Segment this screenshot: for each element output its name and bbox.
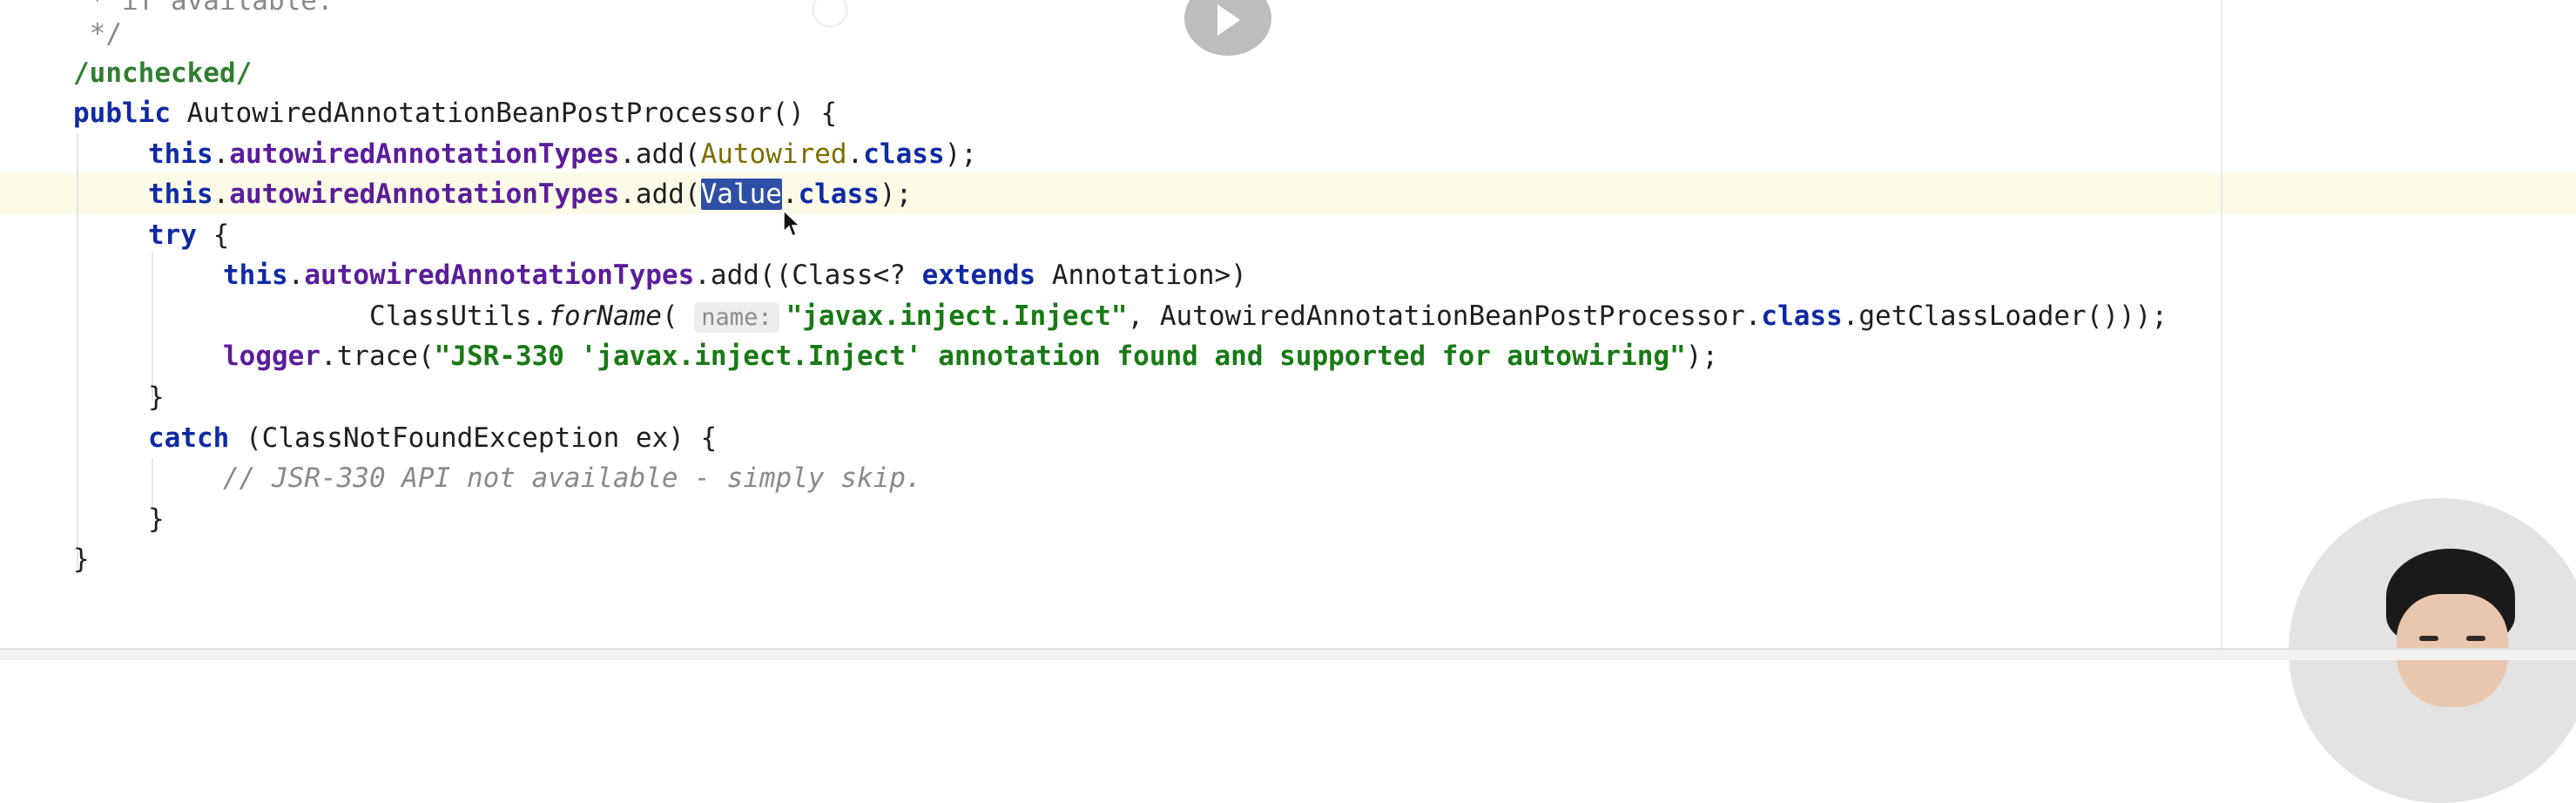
indent-guide [77,134,78,575]
method-name: forName [548,300,662,332]
field-name: autowiredAnnotationTypes [304,260,695,291]
avatar-eye [2419,636,2438,641]
code-line-add-inject: this.autowiredAnnotationTypes.add((Class… [223,260,1247,291]
code-text: { [197,219,230,251]
code-editor[interactable]: * if available. */ /unchecked/ public Au… [0,0,2576,648]
code-line-try: try { [148,215,229,256]
annotation-type: Autowired [700,138,847,170]
code-text: ); [944,138,977,170]
code-text: .add( [619,179,701,210]
keyword: public [73,98,171,129]
code-line-forname: ClassUtils.forName( name: "javax.inject.I… [369,296,2168,337]
code-text: Annotation>) [1035,260,1247,291]
keyword: try [148,219,197,251]
mouse-cursor-icon [783,209,801,238]
code-text: ); [1685,341,1719,372]
code-line-close-brace: } [73,543,90,575]
code-line-catch: catch (ClassNotFoundException ex) { [148,418,717,459]
field-name: logger [223,341,320,372]
keyword: catch [148,422,230,454]
field-name: autowiredAnnotationTypes [229,179,620,210]
code-line-constructor: public AutowiredAnnotationBeanPostProces… [73,93,837,134]
code-line-logger: logger.trace("JSR-330 'javax.inject.Inje… [223,336,1718,377]
code-text: ); [879,179,913,210]
code-text: ( [661,300,695,332]
avatar-eye [2466,636,2485,641]
code-text: AutowiredAnnotationBeanPostProcessor() { [170,98,838,129]
keyword: class [863,138,945,170]
keyword: this [148,179,213,210]
code-line-comment: // JSR-330 API not available - simply sk… [223,462,922,494]
code-line: */ [73,18,122,50]
string-literal: "JSR-330 'javax.inject.Inject' annotatio… [434,341,1686,372]
watermark-icon [812,0,848,28]
code-text: (ClassNotFoundException ex) { [229,422,718,454]
keyword: this [223,260,288,291]
parameter-hint: name: [694,302,779,333]
keyword: this [148,138,213,170]
code-text: .add((Class<? [694,260,922,291]
code-line-annotation: /unchecked/ [73,57,253,89]
code-text: .getClassLoader())); [1842,300,2168,332]
code-text: .trace( [320,341,435,372]
code-text: ClassUtils. [369,300,549,332]
code-text: .add( [619,138,701,170]
play-icon [1217,4,1240,36]
code-line-close-brace: } [148,381,165,413]
selected-text[interactable]: Value [700,179,782,210]
field-name: autowiredAnnotationTypes [229,138,620,170]
keyword: class [798,179,880,210]
keyword: extends [921,260,1036,291]
code-line-close-brace: } [148,503,165,535]
code-line-add-autowired: this.autowiredAnnotationTypes.add(Autowi… [148,138,977,170]
code-text: , AutowiredAnnotationBeanPostProcessor. [1127,300,1762,332]
keyword: class [1761,300,1843,332]
string-literal: "javax.inject.Inject" [786,300,1128,332]
right-margin-guide [2221,0,2222,648]
